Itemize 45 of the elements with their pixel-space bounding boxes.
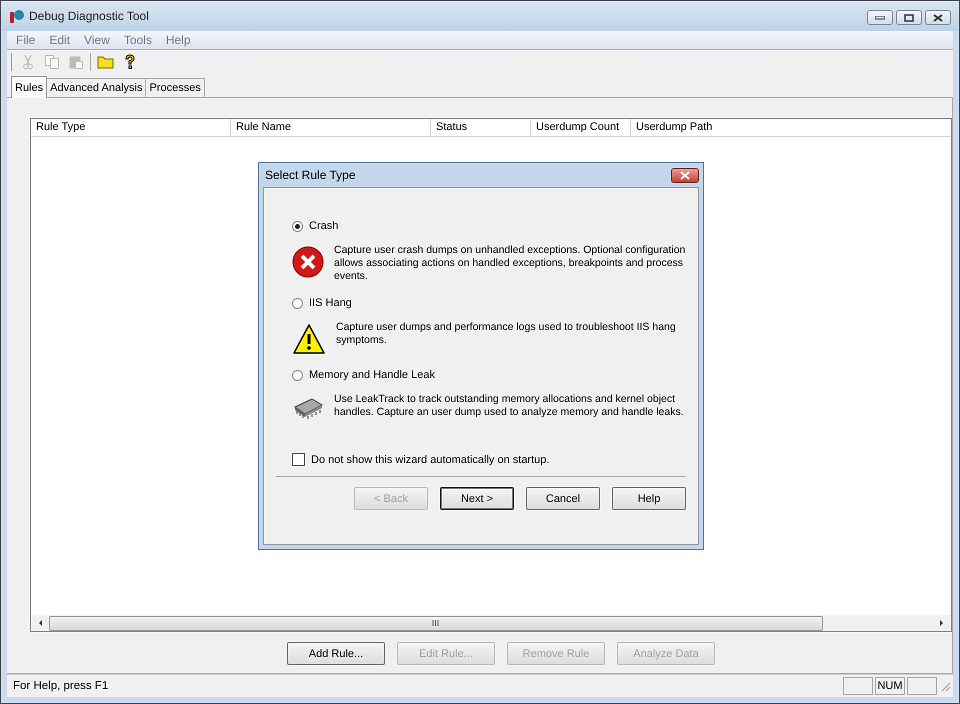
column-header[interactable]: Rule Type <box>31 119 231 136</box>
close-button[interactable] <box>925 10 951 25</box>
error-icon <box>292 246 324 278</box>
action-button[interactable]: Add Rule... <box>287 642 385 665</box>
close-icon <box>933 14 943 22</box>
question-mark-icon[interactable] <box>123 54 137 70</box>
column-header[interactable]: Userdump Count <box>531 119 631 136</box>
radio-option[interactable]: Memory and Handle Leak <box>292 367 686 383</box>
menu-item[interactable]: View <box>77 33 117 47</box>
resize-grip-icon <box>939 680 951 692</box>
status-pane: NUM <box>875 677 905 695</box>
checkbox-option[interactable]: Do not show this wizard automatically on startup. <box>292 453 686 466</box>
close-icon <box>679 170 691 180</box>
dialog-button[interactable]: Cancel <box>526 487 600 510</box>
globe-icon <box>9 8 25 24</box>
column-header[interactable]: Rule Name <box>231 119 431 136</box>
minimize-icon <box>875 16 885 20</box>
tab[interactable]: Rules <box>11 76 48 98</box>
dialog-title: Select Rule Type <box>265 168 356 182</box>
warning-icon <box>292 323 326 355</box>
column-header[interactable]: Userdump Path <box>631 119 951 136</box>
option-description: Use LeakTrack to track outstanding memory allocations and kernel object handles. Capture an user dump used to analyze memory and handle leaks. <box>334 393 685 419</box>
option-description: Capture user dumps and performance logs used to troubleshoot IIS hang symptoms. <box>336 321 677 347</box>
status-text: For Help, press F1 <box>12 680 108 692</box>
radio-option[interactable]: IIS Hang <box>292 295 686 311</box>
grip-icon <box>432 620 440 626</box>
menu-item[interactable]: Tools <box>116 33 159 47</box>
folder-icon[interactable] <box>97 54 115 70</box>
horizontal-scrollbar[interactable] <box>31 615 951 631</box>
dialog-button[interactable]: Next > <box>440 487 514 510</box>
menu-item[interactable]: Edit <box>42 33 78 47</box>
column-header[interactable]: Status <box>431 119 531 136</box>
option-description: Capture user crash dumps on unhandled exceptions. Optional configuration allows associating actions on handled exceptions, breakpoints and process events. <box>334 244 686 283</box>
menu-item[interactable]: File <box>9 33 42 47</box>
status-pane <box>843 677 873 695</box>
radio-option[interactable]: Crash <box>292 218 686 234</box>
close-button[interactable] <box>671 168 699 182</box>
maximize-button[interactable] <box>896 10 922 25</box>
status-pane <box>907 677 937 695</box>
minimize-button[interactable] <box>867 10 893 25</box>
window-title: Debug Diagnostic Tool <box>29 9 149 23</box>
maximize-icon <box>904 14 914 22</box>
tab[interactable]: Processes <box>145 78 205 97</box>
menu-item[interactable]: Help <box>158 33 198 47</box>
dialog-button[interactable]: Help <box>612 487 686 510</box>
